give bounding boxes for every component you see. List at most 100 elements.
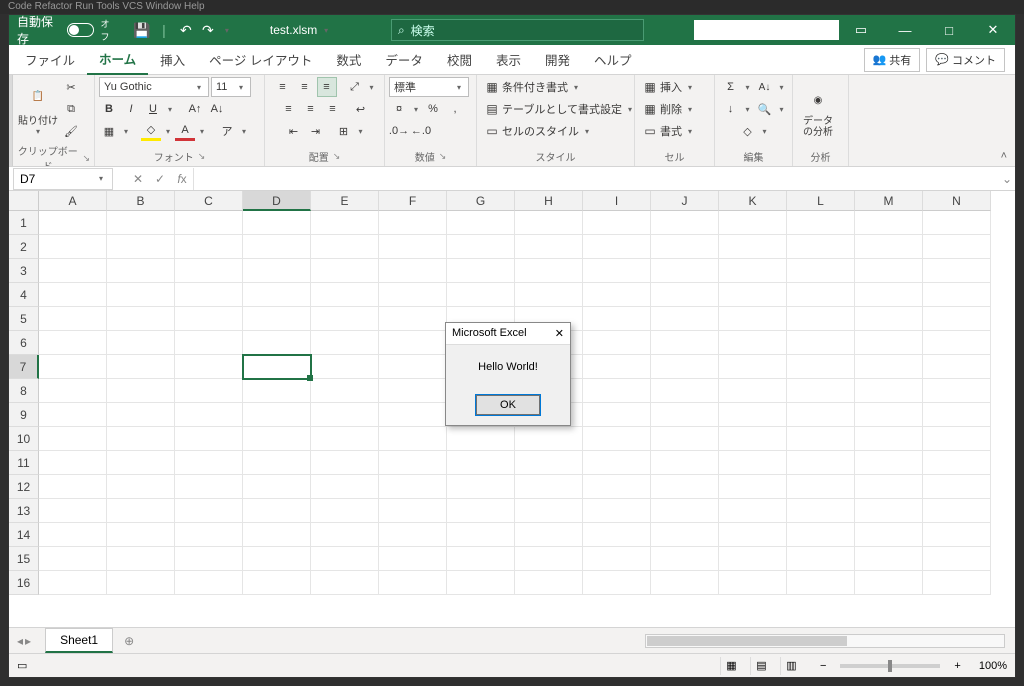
cell[interactable] xyxy=(379,523,447,547)
cell[interactable] xyxy=(855,427,923,451)
cell[interactable] xyxy=(923,523,991,547)
row-header[interactable]: 4 xyxy=(9,283,39,307)
cell[interactable] xyxy=(583,235,651,259)
cell[interactable] xyxy=(515,427,583,451)
align-top-icon[interactable]: ≡ xyxy=(273,77,293,97)
cell[interactable] xyxy=(175,547,243,571)
cell[interactable] xyxy=(243,403,311,427)
cell[interactable] xyxy=(651,571,719,595)
select-all-corner[interactable] xyxy=(9,191,39,211)
cell[interactable] xyxy=(787,259,855,283)
cell[interactable] xyxy=(243,283,311,307)
cell[interactable] xyxy=(855,235,923,259)
cell[interactable] xyxy=(243,451,311,475)
cell[interactable] xyxy=(651,547,719,571)
bold-button[interactable]: B xyxy=(99,99,119,119)
cell[interactable] xyxy=(583,403,651,427)
cell[interactable] xyxy=(651,403,719,427)
cell[interactable] xyxy=(243,571,311,595)
cell[interactable] xyxy=(515,235,583,259)
cell[interactable] xyxy=(175,451,243,475)
cell[interactable] xyxy=(243,235,311,259)
increase-indent-icon[interactable]: ⇥ xyxy=(306,121,326,141)
sheet-prev-icon[interactable]: ◂ xyxy=(17,634,23,648)
sheet-tab[interactable]: Sheet1 xyxy=(45,628,113,653)
cell[interactable] xyxy=(243,307,311,331)
scrollbar-thumb[interactable] xyxy=(647,636,847,646)
cell[interactable] xyxy=(651,427,719,451)
add-sheet-icon[interactable]: ⊕ xyxy=(119,634,139,648)
cell[interactable] xyxy=(175,523,243,547)
cell[interactable] xyxy=(719,571,787,595)
tab-review[interactable]: 校閲 xyxy=(435,45,484,75)
cell[interactable] xyxy=(787,379,855,403)
cell[interactable] xyxy=(175,307,243,331)
cell[interactable] xyxy=(855,379,923,403)
cell[interactable] xyxy=(787,547,855,571)
cell[interactable] xyxy=(583,523,651,547)
account-box[interactable] xyxy=(694,20,839,40)
font-size-select[interactable]: 11▾ xyxy=(211,77,251,97)
column-header[interactable]: J xyxy=(651,191,719,211)
cell[interactable] xyxy=(719,403,787,427)
cell[interactable] xyxy=(447,451,515,475)
cell[interactable] xyxy=(379,547,447,571)
cell[interactable] xyxy=(651,355,719,379)
page-layout-view-icon[interactable]: ▤ xyxy=(750,657,772,675)
search-input[interactable]: ⌕ 検索 xyxy=(391,19,644,41)
cell[interactable] xyxy=(379,451,447,475)
cell[interactable] xyxy=(855,451,923,475)
cell[interactable] xyxy=(447,571,515,595)
delete-cells-button[interactable]: ▦削除▾ xyxy=(639,99,699,119)
cell[interactable] xyxy=(39,307,107,331)
cell[interactable] xyxy=(515,211,583,235)
cell[interactable] xyxy=(719,499,787,523)
row-header[interactable]: 14 xyxy=(9,523,39,547)
column-header[interactable]: M xyxy=(855,191,923,211)
cell[interactable] xyxy=(447,235,515,259)
cell[interactable] xyxy=(583,427,651,451)
autosum-icon[interactable]: Σ xyxy=(721,77,741,97)
format-cells-button[interactable]: ▭書式▾ xyxy=(639,121,699,141)
cell[interactable] xyxy=(583,283,651,307)
undo-icon[interactable]: ↶ xyxy=(178,22,194,38)
sheet-next-icon[interactable]: ▸ xyxy=(25,634,31,648)
row-header[interactable]: 15 xyxy=(9,547,39,571)
row-header[interactable]: 2 xyxy=(9,235,39,259)
italic-button[interactable]: I xyxy=(121,99,141,119)
row-header[interactable]: 3 xyxy=(9,259,39,283)
conditional-formatting-button[interactable]: ▦条件付き書式▾ xyxy=(481,77,585,97)
enter-formula-icon[interactable]: ✓ xyxy=(149,168,171,190)
cell[interactable] xyxy=(107,235,175,259)
cell[interactable] xyxy=(447,523,515,547)
cell[interactable] xyxy=(243,499,311,523)
cell[interactable] xyxy=(39,571,107,595)
cell[interactable] xyxy=(39,499,107,523)
cell[interactable] xyxy=(651,211,719,235)
cell[interactable] xyxy=(379,355,447,379)
cell[interactable] xyxy=(243,475,311,499)
cell[interactable] xyxy=(719,235,787,259)
tab-formulas[interactable]: 数式 xyxy=(324,45,373,75)
cell[interactable] xyxy=(311,211,379,235)
cell[interactable] xyxy=(175,211,243,235)
cell[interactable] xyxy=(583,451,651,475)
dialog-close-icon[interactable]: ✕ xyxy=(555,327,564,340)
dialog-launcher-icon[interactable]: ↘ xyxy=(82,153,90,164)
cell[interactable] xyxy=(787,235,855,259)
cell[interactable] xyxy=(311,235,379,259)
cell[interactable] xyxy=(923,403,991,427)
qat-dropdown-icon[interactable]: ▾ xyxy=(222,22,232,38)
cell[interactable] xyxy=(243,259,311,283)
cell[interactable] xyxy=(311,331,379,355)
cell[interactable] xyxy=(39,403,107,427)
cell[interactable] xyxy=(311,283,379,307)
row-header[interactable]: 8 xyxy=(9,379,39,403)
cell[interactable] xyxy=(107,259,175,283)
cell[interactable] xyxy=(39,379,107,403)
zoom-out-icon[interactable]: − xyxy=(820,660,826,672)
cell[interactable] xyxy=(39,451,107,475)
cell[interactable] xyxy=(787,499,855,523)
cell[interactable] xyxy=(39,547,107,571)
cell[interactable] xyxy=(651,499,719,523)
